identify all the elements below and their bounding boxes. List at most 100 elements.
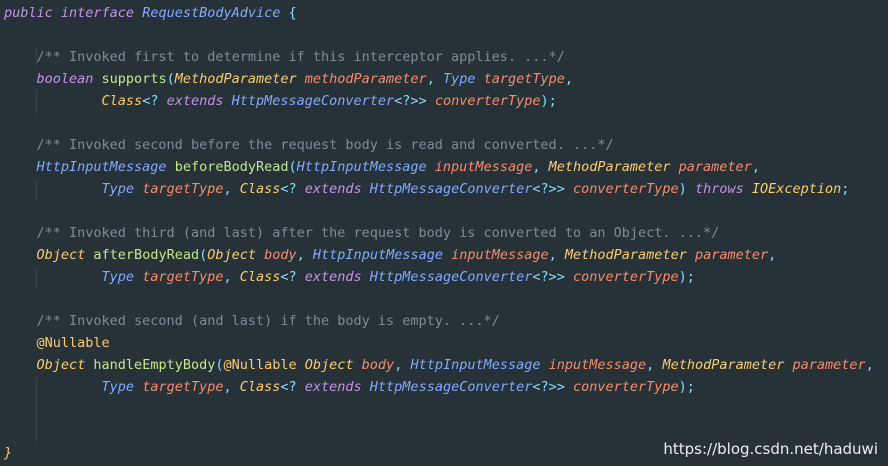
code-token: ,: [223, 379, 240, 395]
code-token: MethodParameter: [548, 159, 679, 175]
code-token: Class: [239, 181, 281, 197]
code-line-comment: /** Invoked first to determine if this i…: [4, 46, 874, 68]
code-token: extends: [304, 181, 370, 197]
code-token: <?>>: [532, 181, 573, 197]
code-token: @Nullable: [223, 357, 305, 373]
code-token: converterType: [573, 269, 679, 285]
code-token: ,: [548, 247, 565, 263]
code-line-before-body-read: HttpInputMessage beforeBodyRead(HttpInpu…: [4, 156, 874, 178]
code-token: Class: [239, 269, 281, 285]
code-token: {: [288, 5, 297, 21]
code-token: IOException: [751, 181, 842, 197]
code-token: targetType: [142, 269, 224, 285]
code-token: supports: [101, 71, 167, 87]
javadoc-comment: /** Invoked second before the request bo…: [36, 137, 614, 153]
code-token: ,: [564, 71, 574, 87]
code-editor[interactable]: public interface RequestBodyAdvice { /**…: [0, 0, 888, 466]
code-line-before-body-read-cont: Type targetType, Class<? extends HttpMes…: [4, 178, 874, 200]
code-token: HttpMessageConverter: [369, 379, 533, 395]
code-token: converterType: [573, 181, 679, 197]
code-token: parameter: [694, 247, 769, 263]
code-token: MethodParameter: [174, 71, 305, 87]
code-token: public: [4, 5, 61, 21]
code-token: ,: [768, 247, 777, 263]
code-token: ;: [841, 181, 850, 197]
code-token: MethodParameter: [564, 247, 695, 263]
code-line-annotation: @Nullable: [4, 332, 874, 354]
code-token: inputMessage: [451, 247, 549, 263]
code-token: );: [678, 269, 695, 285]
code-token: ,: [223, 269, 240, 285]
code-line-handle-empty-body-cont: Type targetType, Class<? extends HttpMes…: [4, 376, 874, 398]
code-token: targetType: [483, 71, 565, 87]
code-token: handleEmptyBody: [93, 357, 216, 373]
code-token: MethodParameter: [662, 357, 793, 373]
code-line-supports-cont: Class<? extends HttpMessageConverter<?>>…: [4, 90, 874, 112]
code-token: Class: [101, 93, 143, 109]
code-token: (: [199, 247, 208, 263]
code-token: ,: [223, 181, 240, 197]
watermark: https://blog.csdn.net/haduwi: [663, 440, 878, 458]
code-line-comment: /** Invoked second (and last) if the bod…: [4, 310, 874, 332]
code-token: <?>>: [532, 379, 573, 395]
code-token: targetType: [142, 181, 224, 197]
code-token: ,: [865, 357, 874, 373]
code-token: ,: [426, 71, 443, 87]
code-token: <?: [280, 379, 305, 395]
code-token: ,: [751, 159, 760, 175]
code-token: Object: [36, 357, 94, 373]
code-line-interface-decl: public interface RequestBodyAdvice {: [4, 2, 874, 24]
code-token: Class: [239, 379, 281, 395]
code-token: converterType: [573, 379, 679, 395]
code-token: interface: [60, 5, 143, 21]
code-token: HttpMessageConverter: [369, 181, 533, 197]
code-token: afterBodyRead: [93, 247, 200, 263]
code-token: Object: [304, 357, 362, 373]
code-token: ): [678, 181, 695, 197]
code-token: HttpInputMessage: [36, 159, 175, 175]
code-token: body: [361, 357, 395, 373]
code-token: ,: [394, 357, 411, 373]
code-token: HttpInputMessage: [410, 357, 549, 373]
code-token: <?: [280, 181, 305, 197]
code-line-handle-empty-body: Object handleEmptyBody(@Nullable Object …: [4, 354, 874, 376]
code-token: targetType: [142, 379, 224, 395]
code-token: HttpMessageConverter: [369, 269, 533, 285]
code-token: inputMessage: [434, 159, 533, 175]
nullable-annotation: @Nullable: [36, 335, 110, 351]
code-token: boolean: [36, 71, 102, 87]
code-token: Type: [442, 71, 484, 87]
code-token: parameter: [678, 159, 752, 175]
code-token: extends: [304, 379, 370, 395]
code-token: throws: [694, 181, 752, 197]
code-token: Object: [207, 247, 265, 263]
code-token: );: [540, 93, 557, 109]
code-token: );: [678, 379, 695, 395]
code-token: Type: [101, 379, 143, 395]
code-token: beforeBodyRead: [174, 159, 289, 175]
code-token: <?>>: [532, 269, 573, 285]
code-token: (: [166, 71, 175, 87]
code-lines: public interface RequestBodyAdvice { /**…: [4, 2, 874, 464]
code-token: HttpInputMessage: [296, 159, 435, 175]
code-line-supports: boolean supports(MethodParameter methodP…: [4, 68, 874, 90]
code-token: <?: [142, 93, 167, 109]
javadoc-comment: /** Invoked third (and last) after the r…: [36, 225, 720, 241]
code-token: extends: [166, 93, 232, 109]
code-token: Type: [101, 269, 143, 285]
code-line-comment: /** Invoked third (and last) after the r…: [4, 222, 874, 244]
closing-brace: }: [4, 445, 13, 461]
javadoc-comment: /** Invoked second (and last) if the bod…: [36, 313, 500, 329]
code-token: extends: [304, 269, 370, 285]
code-token: HttpInputMessage: [312, 247, 452, 263]
code-token: body: [264, 247, 297, 263]
code-token: Type: [101, 181, 143, 197]
javadoc-comment: /** Invoked first to determine if this i…: [36, 49, 565, 65]
code-token: methodParameter: [304, 71, 427, 87]
code-token: RequestBodyAdvice: [142, 5, 289, 21]
